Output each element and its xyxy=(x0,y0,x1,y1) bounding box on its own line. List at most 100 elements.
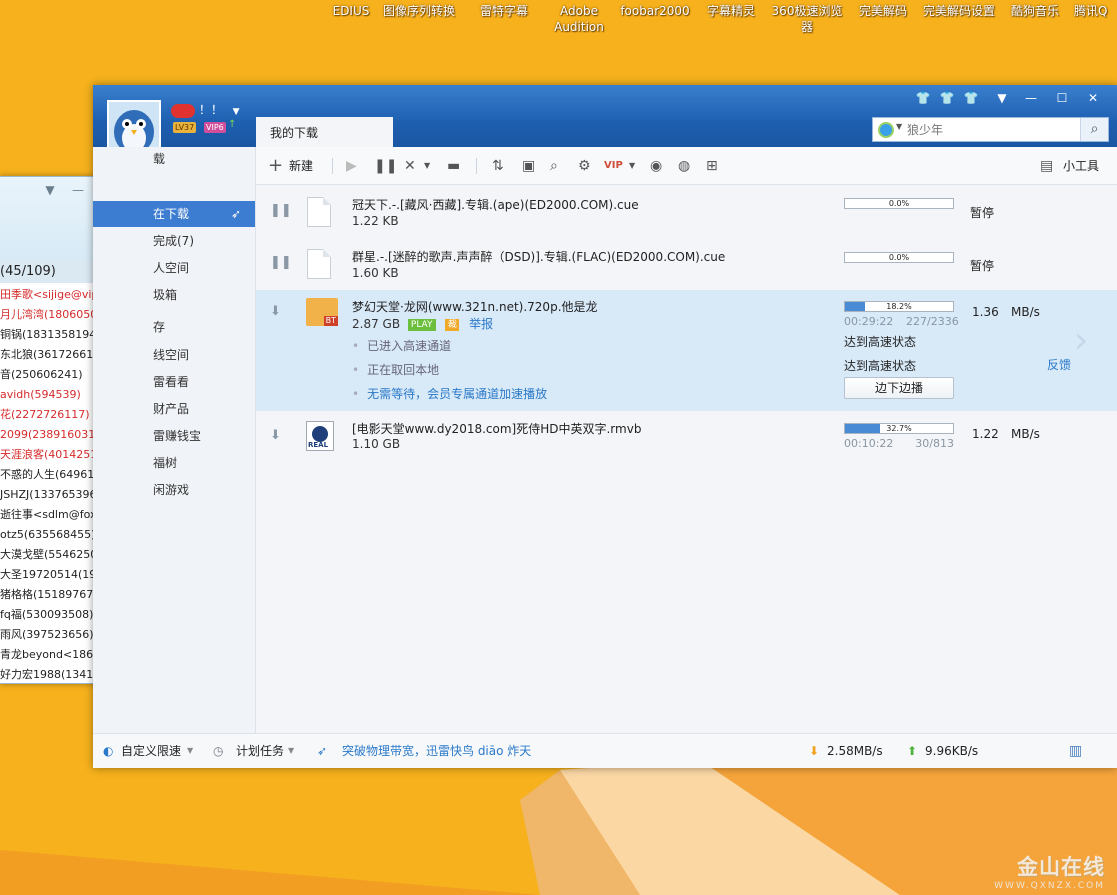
task-row[interactable]: ❚❚ 群星.-.[迷醉的歌声.声声醉（DSD)].专辑.(FLAC)(ED200… xyxy=(256,237,1117,289)
qq-group-count: (45/109) xyxy=(0,264,56,279)
bt-folder-icon: BT xyxy=(306,298,338,326)
clock-icon[interactable]: ◷ xyxy=(213,743,223,759)
browser-engine-icon[interactable] xyxy=(878,122,894,138)
download-arrow-icon[interactable]: ⬇ xyxy=(270,428,281,443)
delete-icon[interactable]: ✕ xyxy=(404,155,416,177)
theme-icon[interactable]: 👕 xyxy=(959,89,983,107)
total-download-speed: 2.58MB/s xyxy=(827,744,883,758)
thunder-bird-icon: ➶ xyxy=(317,744,328,758)
feedback-link[interactable]: 反馈 xyxy=(1047,356,1071,373)
piece-count: 30/813 xyxy=(915,437,954,450)
desktop-icon-foobar[interactable]: foobar2000 xyxy=(618,3,692,19)
task-row[interactable]: ❚❚ 冠天下.-.[藏风·西藏].专辑.(ape)(ED2000.COM).cu… xyxy=(256,186,1117,237)
sidebar-item-completed[interactable]: 完成(7) xyxy=(93,228,255,254)
desktop-icon-360-browser[interactable]: 360极速浏览器 xyxy=(770,3,844,35)
panel-toggle-icon[interactable]: ▥ xyxy=(1069,743,1082,759)
task-size-row: 2.87 GB PLAY 裁 举报 xyxy=(352,315,493,332)
desktop-icon-image-sequence[interactable]: 图像序列转换 xyxy=(382,3,456,19)
report-link[interactable]: 举报 xyxy=(469,317,493,331)
tools-button[interactable]: 小工具 xyxy=(1063,155,1099,177)
search-icon[interactable]: ⌕ xyxy=(1080,118,1108,141)
desktop-icon-potplayer[interactable]: 完美解码 xyxy=(846,3,920,19)
speed-unit: MB/s xyxy=(1011,427,1040,441)
sub-status-line: • 已进入高速通道 xyxy=(352,339,452,353)
play-button[interactable]: PLAY xyxy=(407,318,436,331)
task-row[interactable]: ⬇ REAL [电影天堂www.dy2018.com]死侍HD中英双字.rmvb… xyxy=(256,412,1117,464)
desktop-icon-subtitle-sprite[interactable]: 字幕精灵 xyxy=(694,3,768,19)
detail-icon[interactable]: ▣ xyxy=(522,155,535,177)
thunder-window: ！！ ▼ LV37 VIP6 ↑ 👕 👕 👕 ▼ — ☐ ✕ 我的下载 ▼ ⌕ xyxy=(93,85,1117,768)
menu-icon[interactable]: ▼ xyxy=(990,89,1014,107)
sidebar-item-online-space[interactable]: 线空间 xyxy=(93,342,255,368)
chevron-down-icon[interactable]: ▼ xyxy=(629,155,635,177)
toolbar: + 新建 ▶ ❚❚ ✕ ▼ ▬ ⇅ ▣ ⌕ ⚙ VIP ▼ ◉ ◍ ⊞ ▤ 小工… xyxy=(256,147,1117,185)
chevron-right-icon[interactable]: › xyxy=(1074,320,1088,361)
chevron-down-icon[interactable]: ▼ xyxy=(424,155,430,177)
task-row-selected[interactable]: ⬇ BT 梦幻天堂·龙网(www.321n.net).720p.他是龙 2.87… xyxy=(256,290,1117,411)
user-name-suffix: ！！ xyxy=(198,103,223,117)
user-nickname-redacted xyxy=(171,103,195,118)
sidebar-item-earn-money[interactable]: 雷赚钱宝 xyxy=(93,423,255,449)
sidebar-item-personal-space[interactable]: 人空间 xyxy=(93,255,255,281)
download-arrow-icon: ⬇ xyxy=(809,744,820,758)
play-icon[interactable]: ▶ xyxy=(346,155,357,177)
user-name[interactable]: ！！ ▼ xyxy=(171,101,240,118)
sidebar-item-fortune-tree[interactable]: 福树 xyxy=(93,450,255,476)
vip-icon[interactable]: VIP xyxy=(604,155,623,177)
scheduled-task-button[interactable]: 计划任务 xyxy=(236,743,284,759)
chevron-down-icon[interactable]: ▼ xyxy=(896,122,902,131)
vip-accel-link[interactable]: • 无需等待，会员专属通道加速播放 xyxy=(352,385,547,402)
promo-link[interactable]: 突破物理带宽，迅雷快鸟 diāo 炸天 xyxy=(342,743,531,759)
desktop-icon-subtitle-tool[interactable]: 雷特字幕 xyxy=(467,3,541,19)
crop-icon[interactable]: 裁 xyxy=(445,318,460,331)
speed-limit-icon[interactable]: ◐ xyxy=(103,743,113,759)
chevron-down-icon[interactable]: ▼ xyxy=(187,743,193,759)
pause-icon[interactable]: ❚❚ xyxy=(270,255,292,270)
file-icon xyxy=(307,249,331,279)
folder-icon[interactable]: ▬ xyxy=(447,155,460,177)
speed-limit-button[interactable]: 自定义限速 xyxy=(121,743,181,759)
minimize-icon[interactable]: — xyxy=(1019,89,1043,107)
title-bar: ！！ ▼ LV37 VIP6 ↑ 👕 👕 👕 ▼ — ☐ ✕ 我的下载 ▼ ⌕ xyxy=(93,85,1117,148)
search-icon[interactable]: ⌕ xyxy=(550,155,558,177)
tab-my-downloads[interactable]: 我的下载 xyxy=(256,117,393,148)
search-input[interactable] xyxy=(907,121,1077,139)
plus-icon[interactable]: + xyxy=(268,155,283,177)
skin-icon[interactable]: 👕 xyxy=(935,89,959,107)
chevron-down-icon[interactable]: ▼ xyxy=(288,743,294,759)
close-icon[interactable]: ✕ xyxy=(1081,89,1105,107)
desktop-icon-tencent[interactable]: 腾讯Q xyxy=(1074,3,1117,19)
progress-bar: 18.2% xyxy=(844,301,954,312)
chevron-down-icon[interactable]: ▼ xyxy=(40,183,60,199)
sidebar-item-finance[interactable]: 财产品 xyxy=(93,396,255,422)
download-speed: 1.22 xyxy=(972,427,999,441)
new-task-button[interactable]: 新建 xyxy=(289,155,313,177)
minimize-icon[interactable]: — xyxy=(68,183,88,199)
thunder-bird-icon: ➶ xyxy=(230,207,241,221)
network-icon[interactable]: ◍ xyxy=(678,155,690,177)
sidebar-item-trash[interactable]: 圾箱 xyxy=(93,282,255,308)
shirt-icon[interactable]: 👕 xyxy=(911,89,935,107)
toolbox-icon[interactable]: ▤ xyxy=(1040,155,1053,177)
download-arrow-icon[interactable]: ⬇ xyxy=(270,304,281,319)
desktop-icon-edius[interactable]: EDIUS xyxy=(314,3,388,19)
maximize-icon[interactable]: ☐ xyxy=(1050,89,1074,107)
film-icon[interactable]: ◉ xyxy=(650,155,662,177)
accel-status: 达到高速状态 xyxy=(844,359,917,373)
sidebar-item-games[interactable]: 闲游戏 xyxy=(93,477,255,503)
desktop-icon-adobe-audition[interactable]: Adobe Audition xyxy=(542,3,616,35)
pause-icon[interactable]: ❚❚ xyxy=(270,203,292,218)
sidebar-item-kankan[interactable]: 雷看看 xyxy=(93,369,255,395)
sort-icon[interactable]: ⇅ xyxy=(492,155,504,177)
gamepad-icon[interactable]: ⊞ xyxy=(706,155,718,177)
play-while-download-button[interactable]: 边下边播 xyxy=(844,377,954,399)
task-name: 梦幻天堂·龙网(www.321n.net).720p.他是龙 xyxy=(352,300,598,314)
desktop-icon-potplayer-settings[interactable]: 完美解码设置 xyxy=(922,3,996,19)
toolbar-divider xyxy=(332,158,333,174)
settings-icon[interactable]: ⚙ xyxy=(578,155,591,177)
sidebar-item-downloading[interactable]: 在下载 ➶ xyxy=(93,201,255,227)
remaining-time: 00:29:22 xyxy=(844,315,894,328)
desktop-icon-kugou[interactable]: 酷狗音乐 xyxy=(998,3,1072,19)
chevron-down-icon[interactable]: ▼ xyxy=(233,107,240,117)
pause-icon[interactable]: ❚❚ xyxy=(374,155,397,177)
